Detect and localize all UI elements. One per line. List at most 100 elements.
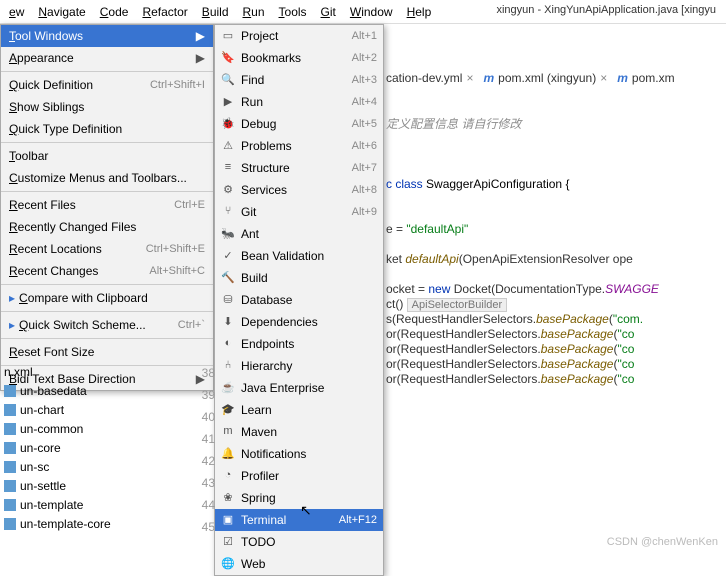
menu-item-show-siblings[interactable]: Show Siblings (1, 96, 213, 118)
dependencies-icon: ⬇ (221, 315, 235, 329)
menu-help[interactable]: Help (400, 5, 439, 19)
toolwin-database[interactable]: ⛁Database (215, 289, 383, 311)
toolwin-todo[interactable]: ☑TODO (215, 531, 383, 553)
editor-tabs: cation-dev.yml× mpom.xml (xingyun)× mpom.x… (386, 66, 675, 90)
java enterprise-icon: ☕ (221, 381, 235, 395)
toolwin-problems[interactable]: ⚠ProblemsAlt+6 (215, 135, 383, 157)
tab[interactable]: mpom.xml (xingyun)× (484, 71, 608, 85)
toolwin-run[interactable]: ▶RunAlt+4 (215, 91, 383, 113)
project-item[interactable]: un-template (0, 495, 130, 514)
terminal-icon: ▣ (221, 513, 235, 527)
module-icon (4, 385, 16, 397)
todo-icon: ☑ (221, 535, 235, 549)
menu-item-recent-changes[interactable]: Recent ChangesAlt+Shift+C (1, 260, 213, 282)
toolwin-bookmarks[interactable]: 🔖BookmarksAlt+2 (215, 47, 383, 69)
toolwin-learn[interactable]: 🎓Learn (215, 399, 383, 421)
menu-run[interactable]: Run (236, 5, 272, 19)
module-icon (4, 442, 16, 454)
toolwin-find[interactable]: 🔍FindAlt+3 (215, 69, 383, 91)
toolwin-spring[interactable]: ❀Spring (215, 487, 383, 509)
watermark: CSDN @chenWenKen (607, 536, 718, 548)
line-gutter: 3839404142434445 (193, 362, 221, 538)
menu-item-quick-switch-scheme-[interactable]: ▸Quick Switch Scheme...Ctrl+` (1, 314, 213, 336)
tab[interactable]: mpom.xm (617, 71, 674, 85)
project-item[interactable]: n.xml (0, 362, 130, 381)
run-icon: ▶ (221, 95, 235, 109)
toolwin-services[interactable]: ⚙ServicesAlt+8 (215, 179, 383, 201)
toolwin-build[interactable]: 🔨Build (215, 267, 383, 289)
menu-window[interactable]: Window (343, 5, 400, 19)
web-icon: 🌐 (221, 557, 235, 571)
module-icon (4, 480, 16, 492)
toolwin-terminal[interactable]: ▣TerminalAlt+F12 (215, 509, 383, 531)
menu-item-toolbar[interactable]: Toolbar (1, 145, 213, 167)
close-icon[interactable]: × (600, 71, 607, 85)
endpoints-icon: ◐ (221, 337, 235, 351)
code-editor[interactable]: 定义配置信息 请自行修改 c class SwaggerApiConfigura… (386, 100, 659, 387)
menu-item-customize-menus-and-toolbars-[interactable]: Customize Menus and Toolbars... (1, 167, 213, 189)
toolwin-git[interactable]: ⑂GitAlt+9 (215, 201, 383, 223)
project-item[interactable]: un-basedata (0, 381, 130, 400)
tab[interactable]: cation-dev.yml× (386, 71, 474, 85)
project-tree[interactable]: n.xmlun-basedataun-chartun-commonun-core… (0, 362, 130, 533)
bean validation-icon: ✓ (221, 249, 235, 263)
ant-icon: 🐜 (221, 227, 235, 241)
project-icon: ▭ (221, 29, 235, 43)
project-item[interactable]: un-core (0, 438, 130, 457)
menu-tools[interactable]: Tools (272, 5, 314, 19)
toolwin-ant[interactable]: 🐜Ant (215, 223, 383, 245)
menu-item-recent-locations[interactable]: Recent LocationsCtrl+Shift+E (1, 238, 213, 260)
project-item[interactable]: un-settle (0, 476, 130, 495)
module-icon (4, 423, 16, 435)
debug-icon: 🐞 (221, 117, 235, 131)
toolwin-maven[interactable]: mMaven (215, 421, 383, 443)
toolwin-notifications[interactable]: 🔔Notifications (215, 443, 383, 465)
menu-item-tool-windows[interactable]: Tool Windows▶ (1, 25, 213, 47)
menu-refactor[interactable]: Refactor (135, 5, 194, 19)
toolwin-bean-validation[interactable]: ✓Bean Validation (215, 245, 383, 267)
menu-item-reset-font-size[interactable]: Reset Font Size (1, 341, 213, 363)
toolwin-java-enterprise[interactable]: ☕Java Enterprise (215, 377, 383, 399)
view-menu-dropdown: Tool Windows▶Appearance▶ Quick Definition… (0, 24, 214, 391)
toolwin-debug[interactable]: 🐞DebugAlt+5 (215, 113, 383, 135)
project-item[interactable]: un-chart (0, 400, 130, 419)
problems-icon: ⚠ (221, 139, 235, 153)
menu-code[interactable]: Code (93, 5, 136, 19)
toolwin-structure[interactable]: ≡StructureAlt+7 (215, 157, 383, 179)
services-icon: ⚙ (221, 183, 235, 197)
module-icon (4, 518, 16, 530)
hierarchy-icon: ⑃ (221, 359, 235, 373)
learn-icon: 🎓 (221, 403, 235, 417)
menu-item-appearance[interactable]: Appearance▶ (1, 47, 213, 69)
menu-navigate[interactable]: Navigate (31, 5, 92, 19)
module-icon (4, 499, 16, 511)
menu-build[interactable]: Build (195, 5, 236, 19)
toolwin-project[interactable]: ▭ProjectAlt+1 (215, 25, 383, 47)
toolwin-endpoints[interactable]: ◐Endpoints (215, 333, 383, 355)
project-item[interactable]: un-sc (0, 457, 130, 476)
menu-item-recently-changed-files[interactable]: Recently Changed Files (1, 216, 213, 238)
find-icon: 🔍 (221, 73, 235, 87)
menu-ew[interactable]: ew (2, 5, 31, 19)
database-icon: ⛁ (221, 293, 235, 307)
toolwin-web[interactable]: 🌐Web (215, 553, 383, 575)
menu-item-compare-with-clipboard[interactable]: ▸Compare with Clipboard (1, 287, 213, 309)
menu-item-recent-files[interactable]: Recent FilesCtrl+E (1, 194, 213, 216)
project-item[interactable]: un-common (0, 419, 130, 438)
module-icon (4, 461, 16, 473)
cursor-icon: ↖ (300, 502, 312, 519)
tool-windows-submenu: ▭ProjectAlt+1🔖BookmarksAlt+2🔍FindAlt+3▶R… (214, 24, 384, 576)
project-item[interactable]: un-template-core (0, 514, 130, 533)
maven-icon: m (221, 425, 235, 439)
toolwin-dependencies[interactable]: ⬇Dependencies (215, 311, 383, 333)
spring-icon: ❀ (221, 491, 235, 505)
bookmarks-icon: 🔖 (221, 51, 235, 65)
close-icon[interactable]: × (466, 71, 473, 85)
menu-git[interactable]: Git (314, 5, 343, 19)
profiler-icon: ◔ (221, 469, 235, 483)
build-icon: 🔨 (221, 271, 235, 285)
toolwin-hierarchy[interactable]: ⑃Hierarchy (215, 355, 383, 377)
menu-item-quick-definition[interactable]: Quick DefinitionCtrl+Shift+I (1, 74, 213, 96)
menu-item-quick-type-definition[interactable]: Quick Type Definition (1, 118, 213, 140)
toolwin-profiler[interactable]: ◔Profiler (215, 465, 383, 487)
